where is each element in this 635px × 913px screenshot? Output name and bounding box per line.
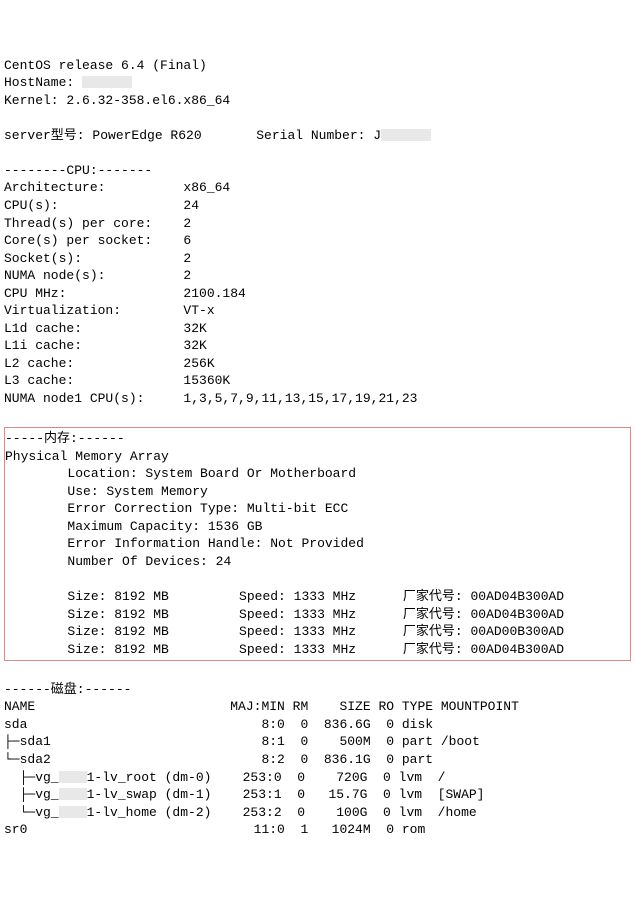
disk-row: sda 8:0 0 836.6G 0 disk <box>4 717 441 732</box>
cpu-row: Virtualization: VT-x <box>4 303 215 318</box>
dimm-row: Size: 8192 MB Speed: 1333 MHz 厂家代号: 00AD… <box>67 642 564 657</box>
disk-row: ├─vg_xxx1-lv_swap (dm-1) 253:1 0 15.7G 0… <box>4 787 484 802</box>
disk-title: ------磁盘:------ <box>4 682 131 697</box>
cpu-row: CPU(s): 24 <box>4 198 199 213</box>
disk-header: NAME MAJ:MIN RM SIZE RO TYPE MOUNTPOINT <box>4 699 519 714</box>
terminal-output: CentOS release 6.4 (Final) HostName: xxx… <box>4 57 631 839</box>
mem-use: Use: System Memory <box>67 484 207 499</box>
cpu-row: L1i cache: 32K <box>4 338 207 353</box>
cpu-row: L2 cache: 256K <box>4 356 215 371</box>
disk-row: ├─vg_xxx1-lv_root (dm-0) 253:0 0 720G 0 … <box>4 770 445 785</box>
kernel-line: Kernel: 2.6.32-358.el6.x86_64 <box>4 93 230 108</box>
cpu-row: Architecture: x86_64 <box>4 180 230 195</box>
cpu-title: --------CPU:------- <box>4 163 152 178</box>
disk-row: sr0 11:0 1 1024M 0 rom <box>4 822 441 837</box>
mem-title: -----内存:------ <box>5 431 125 446</box>
server-model-line: server型号: PowerEdge R620 Serial Number: … <box>4 128 431 143</box>
cpu-row: NUMA node1 CPU(s): 1,3,5,7,9,11,13,15,17… <box>4 391 417 406</box>
dimm-row: Size: 8192 MB Speed: 1333 MHz 厂家代号: 00AD… <box>67 589 564 604</box>
memory-box: -----内存:------ Physical Memory Array Loc… <box>4 427 631 661</box>
cpu-row: Core(s) per socket: 6 <box>4 233 191 248</box>
cpu-row: Thread(s) per core: 2 <box>4 216 191 231</box>
mem-maxcap: Maximum Capacity: 1536 GB <box>67 519 262 534</box>
mem-errhandle: Error Information Handle: Not Provided <box>67 536 363 551</box>
cpu-row: NUMA node(s): 2 <box>4 268 191 283</box>
os-line: CentOS release 6.4 (Final) <box>4 58 207 73</box>
mem-location: Location: System Board Or Motherboard <box>67 466 356 481</box>
disk-row: └─sda2 8:2 0 836.1G 0 part <box>4 752 441 767</box>
cpu-row: L1d cache: 32K <box>4 321 207 336</box>
cpu-row: CPU MHz: 2100.184 <box>4 286 246 301</box>
mem-array-title: Physical Memory Array <box>5 449 169 464</box>
disk-row: ├─sda1 8:1 0 500M 0 part /boot <box>4 734 480 749</box>
cpu-row: Socket(s): 2 <box>4 251 191 266</box>
mem-ecc: Error Correction Type: Multi-bit ECC <box>67 501 348 516</box>
mem-numdev: Number Of Devices: 24 <box>67 554 231 569</box>
hostname-line: HostName: xxx <box>4 75 132 90</box>
dimm-row: Size: 8192 MB Speed: 1333 MHz 厂家代号: 00AD… <box>67 624 564 639</box>
cpu-row: L3 cache: 15360K <box>4 373 230 388</box>
dimm-row: Size: 8192 MB Speed: 1333 MHz 厂家代号: 00AD… <box>67 607 564 622</box>
disk-row: └─vg_xxx1-lv_home (dm-2) 253:2 0 100G 0 … <box>4 805 477 820</box>
